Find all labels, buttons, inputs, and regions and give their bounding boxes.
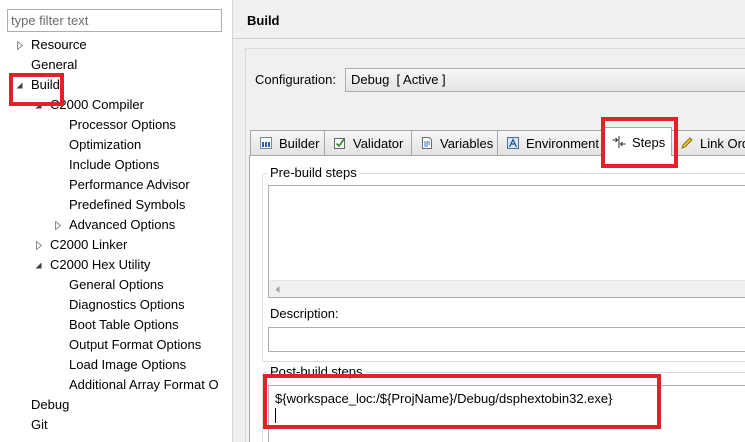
tab-validator[interactable]: Validator xyxy=(324,130,412,155)
tree-item-label: Diagnostics Options xyxy=(69,297,185,312)
left-panel: Resource General Build C2000 Compiler Pr… xyxy=(0,0,233,442)
tree-item-processor-options[interactable]: Processor Options xyxy=(0,115,232,135)
description-label: Description: xyxy=(270,306,339,321)
link-order-icon xyxy=(680,136,694,150)
tree-item-label: Predefined Symbols xyxy=(69,197,186,212)
tree-item-general[interactable]: General xyxy=(0,55,232,75)
post-build-group-label: Post-build steps xyxy=(267,364,366,380)
tree-item-label: Output Format Options xyxy=(69,337,202,352)
tab-label: Validator xyxy=(353,135,404,151)
tree-item-label: Additional Array Format O xyxy=(69,377,219,392)
tree-item-c2000-compiler[interactable]: C2000 Compiler xyxy=(0,95,232,115)
tab-link-order[interactable]: Link Ord xyxy=(671,130,745,155)
description-input[interactable] xyxy=(268,327,745,352)
post-build-command-textarea[interactable]: ${workspace_loc:/${ProjName}/Debug/dsphe… xyxy=(268,385,745,442)
tab-label: Builder xyxy=(279,135,320,151)
tree-item-git[interactable]: Git xyxy=(0,415,232,435)
builder-icon xyxy=(259,136,273,150)
validator-icon xyxy=(333,136,347,150)
tree-item-general-options[interactable]: General Options xyxy=(0,275,232,295)
tree-item-diagnostics-options[interactable]: Diagnostics Options xyxy=(0,295,232,315)
pre-build-group-label: Pre-build steps xyxy=(267,165,360,181)
tab-label: Link Ord xyxy=(700,135,745,151)
tree-item-label: General Options xyxy=(69,277,164,292)
steps-icon xyxy=(612,135,626,149)
pre-build-horizontal-scrollbar[interactable] xyxy=(269,280,745,297)
filter-input[interactable] xyxy=(7,9,222,32)
tab-builder[interactable]: Builder xyxy=(250,130,325,155)
variables-icon xyxy=(420,136,434,150)
expanded-arrow-icon[interactable] xyxy=(34,255,43,275)
tree-item-label: C2000 Hex Utility xyxy=(50,257,151,272)
page-title-bar: Build xyxy=(233,0,745,39)
tree-item-label: Resource xyxy=(31,37,87,52)
tree-item-include-options[interactable]: Include Options xyxy=(0,155,232,175)
tree-item-predefined-symbols[interactable]: Predefined Symbols xyxy=(0,195,232,215)
tree-item-resource[interactable]: Resource xyxy=(0,35,232,55)
tab-label: Environment xyxy=(526,135,599,151)
tab-variables[interactable]: Variables xyxy=(411,130,498,155)
scroll-left-arrow-icon[interactable] xyxy=(269,281,286,297)
tree-item-label: Git xyxy=(31,417,48,432)
tree-item-output-format-options[interactable]: Output Format Options xyxy=(0,335,232,355)
expanded-arrow-icon[interactable] xyxy=(15,75,24,95)
tab-environment[interactable]: Environment xyxy=(497,130,604,155)
expanded-arrow-icon[interactable] xyxy=(34,95,43,115)
tree-item-label: Processor Options xyxy=(69,117,176,132)
tree-item-label: Include Options xyxy=(69,157,160,172)
text-cursor xyxy=(275,408,276,423)
tree-item-load-image-options[interactable]: Load Image Options xyxy=(0,355,232,375)
post-build-command: ${workspace_loc:/${ProjName}/Debug/dsphe… xyxy=(275,391,613,406)
tree-item-label: Boot Table Options xyxy=(69,317,179,332)
tab-steps[interactable]: Steps xyxy=(602,127,672,156)
configuration-select[interactable]: Debug [ Active ] xyxy=(345,68,745,92)
tree-item-label: General xyxy=(31,57,78,72)
configuration-label: Configuration: xyxy=(255,72,336,87)
text-cursor-line xyxy=(275,407,745,424)
tree-item-debug[interactable]: Debug xyxy=(0,395,232,415)
tree-item-build[interactable]: Build xyxy=(0,75,232,95)
tab-label: Steps xyxy=(632,134,666,150)
tree-item-c2000-hex-utility[interactable]: C2000 Hex Utility xyxy=(0,255,232,275)
environment-icon xyxy=(506,136,520,150)
tree-item-label: Build xyxy=(31,77,60,92)
collapsed-arrow-icon[interactable] xyxy=(15,35,24,55)
tree-item-additional-array-format[interactable]: Additional Array Format O xyxy=(0,375,232,395)
tree-item-c2000-linker[interactable]: C2000 Linker xyxy=(0,235,232,255)
tree-item-performance-advisor[interactable]: Performance Advisor xyxy=(0,175,232,195)
collapsed-arrow-icon[interactable] xyxy=(53,215,62,235)
tree-item-advanced-options[interactable]: Advanced Options xyxy=(0,215,232,235)
tree-item-label: C2000 Compiler xyxy=(50,97,144,112)
tree-item-optimization[interactable]: Optimization xyxy=(0,135,232,155)
pre-build-command-textarea[interactable] xyxy=(268,185,745,298)
tree-item-label: Optimization xyxy=(69,137,142,152)
tree-item-label: Debug xyxy=(31,397,70,412)
tree-item-label: Load Image Options xyxy=(69,357,187,372)
tree-item-label: Performance Advisor xyxy=(69,177,190,192)
tree-item-label: Advanced Options xyxy=(69,217,176,232)
collapsed-arrow-icon[interactable] xyxy=(34,235,43,255)
tree-item-label: C2000 Linker xyxy=(50,237,128,252)
tree-item-boot-table-options[interactable]: Boot Table Options xyxy=(0,315,232,335)
page-title: Build xyxy=(247,13,280,28)
tab-label: Variables xyxy=(440,135,494,151)
